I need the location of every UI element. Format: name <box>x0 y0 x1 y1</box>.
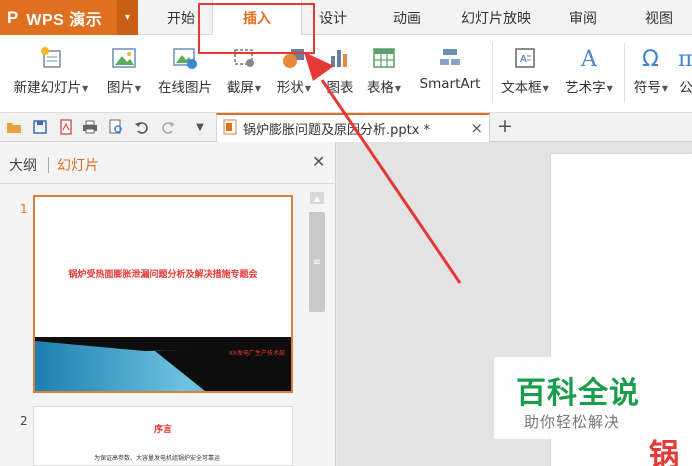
close-tab-icon[interactable]: × <box>470 119 483 137</box>
omega-symbol-icon: Ω <box>639 43 663 73</box>
symbol-label: 符号 <box>633 80 661 96</box>
textbox-icon: A <box>513 43 537 73</box>
chevron-down-icon: ▼ <box>542 83 549 93</box>
chevron-down-icon: ▼ <box>82 83 89 93</box>
formula-icon: π <box>676 43 692 73</box>
wordart-icon: A <box>577 43 601 73</box>
slide-number: 1 <box>20 202 28 216</box>
panel-scrollbar[interactable]: ▲ ≡ <box>306 190 328 466</box>
app-menu-caret-icon[interactable]: ▾ <box>117 0 138 35</box>
shapes-button[interactable]: 形状▼ <box>270 35 318 113</box>
picture-icon <box>111 43 137 73</box>
print-preview-icon[interactable] <box>108 119 124 135</box>
close-panel-icon[interactable]: ✕ <box>312 152 325 171</box>
tab-home[interactable]: 开始 <box>150 0 212 35</box>
slide-thumbnail-1[interactable]: 锅炉受热面膨胀泄漏问题分析及解决措施专题会 XX发电厂生产技术部 <box>33 195 293 393</box>
export-pdf-icon[interactable] <box>58 119 74 135</box>
chevron-down-icon: ▼ <box>606 83 613 93</box>
chevron-down-icon: ▼ <box>134 83 142 93</box>
smartart-icon <box>437 43 463 73</box>
document-title: 锅炉膨胀问题及原因分析.pptx * <box>243 123 431 138</box>
slide-panel: 大纲 幻灯片 ✕ 1 锅炉受热面膨胀泄漏问题分析及解决措施专题会 XX发电厂生产… <box>0 142 336 466</box>
chevron-down-icon: ▼ <box>661 83 669 93</box>
menu-bar: P WPS 演示 ▾ 开始 插入 设计 动画 幻灯片放映 审阅 视图 <box>0 0 692 36</box>
online-picture-button[interactable]: 在线图片 <box>152 35 218 113</box>
tab-outline[interactable]: 大纲 <box>9 155 37 175</box>
new-slide-label: 新建幻灯片 <box>13 80 82 96</box>
picture-label: 图片 <box>106 80 134 96</box>
formula-button[interactable]: π 公 <box>676 35 692 113</box>
chart-icon <box>328 43 352 73</box>
document-tab[interactable]: 锅炉膨胀问题及原因分析.pptx * × <box>216 113 490 142</box>
ribbon-separator <box>492 43 493 103</box>
tab-slides[interactable]: 幻灯片 <box>57 155 99 175</box>
chart-button[interactable]: 图表 <box>322 35 358 113</box>
new-slide-button[interactable]: 新建幻灯片▼ <box>6 35 96 113</box>
scroll-up-arrow-icon[interactable]: ▲ <box>310 192 324 204</box>
ribbon-separator <box>624 43 625 103</box>
online-picture-icon <box>172 43 198 73</box>
smartart-label: SmartArt <box>419 76 481 92</box>
chart-label: 图表 <box>326 80 354 96</box>
app-menu-button[interactable]: P WPS 演示 ▾ <box>0 0 138 35</box>
app-name: WPS 演示 <box>26 11 103 29</box>
online-picture-label: 在线图片 <box>158 80 212 96</box>
quick-access-bar: ▼ 锅炉膨胀问题及原因分析.pptx * × + <box>0 113 692 142</box>
tab-animation[interactable]: 动画 <box>376 0 438 35</box>
open-folder-icon[interactable] <box>6 119 22 135</box>
svg-text:Ω: Ω <box>642 47 659 71</box>
new-slide-icon <box>38 43 64 73</box>
watermark-subtitle: 助你轻松解决 <box>524 413 621 431</box>
slide-thumbnail-2[interactable]: 序言 为保证高参数、大容量发电机组锅炉安全可靠运 <box>33 406 293 466</box>
pptx-file-icon <box>223 119 237 138</box>
symbol-button[interactable]: Ω 符号▼ <box>628 35 674 113</box>
new-tab-icon[interactable]: + <box>497 115 513 137</box>
picture-button[interactable]: 图片▼ <box>100 35 148 113</box>
undo-icon[interactable] <box>134 119 150 135</box>
tab-review[interactable]: 审阅 <box>552 0 614 35</box>
screenshot-icon <box>231 43 257 73</box>
smartart-button[interactable]: SmartArt <box>412 35 488 113</box>
panel-tabs: 大纲 幻灯片 ✕ <box>0 142 336 184</box>
slide-1-subtitle: XX发电厂生产技术部 <box>228 350 285 357</box>
tab-view[interactable]: 视图 <box>628 0 690 35</box>
formula-label: 公 <box>679 80 692 96</box>
redo-icon[interactable] <box>160 119 176 135</box>
scroll-thumb[interactable]: ≡ <box>309 212 325 312</box>
watermark: 百科全说 助你轻松解决 <box>494 357 660 439</box>
wps-logo-icon: P <box>7 7 19 27</box>
watermark-title: 百科全说 <box>516 376 640 411</box>
table-button[interactable]: 表格▼ <box>360 35 408 113</box>
save-icon[interactable] <box>32 119 48 135</box>
wordart-button[interactable]: A 艺术字▼ <box>558 35 620 113</box>
slide-number: 2 <box>20 414 28 428</box>
screenshot-label: 截屏 <box>226 80 254 96</box>
tab-slideshow[interactable]: 幻灯片放映 <box>452 0 540 35</box>
table-label: 表格 <box>366 80 394 96</box>
chevron-down-icon: ▼ <box>254 83 262 93</box>
tab-design[interactable]: 设计 <box>302 0 364 35</box>
screenshot-button[interactable]: 截屏▼ <box>222 35 266 113</box>
shapes-icon <box>281 43 307 73</box>
textbox-button[interactable]: A 文本框▼ <box>496 35 554 113</box>
svg-text:A: A <box>520 54 527 65</box>
wordart-label: 艺术字 <box>565 80 606 96</box>
svg-text:π: π <box>678 47 692 71</box>
svg-text:A: A <box>580 47 598 71</box>
slide-1-banner <box>35 337 291 391</box>
tab-insert[interactable]: 插入 <box>212 0 302 36</box>
chevron-down-icon: ▼ <box>304 83 312 93</box>
ribbon-toolbar: 新建幻灯片▼ 图片▼ 在线图片 截屏▼ 形状▼ 图表 表格▼ SmartArt … <box>0 35 692 113</box>
shapes-label: 形状 <box>276 80 304 96</box>
tab-divider <box>48 157 49 173</box>
table-icon <box>372 43 396 73</box>
panel-divider <box>0 183 336 184</box>
customize-toolbar-chevron-icon[interactable]: ▼ <box>192 119 208 135</box>
textbox-label: 文本框 <box>501 80 542 96</box>
slide-2-body: 为保证高参数、大容量发电机组锅炉安全可靠运 <box>94 455 221 462</box>
slide-1-title: 锅炉受热面膨胀泄漏问题分析及解决措施专题会 <box>68 270 258 280</box>
print-icon[interactable] <box>82 119 98 135</box>
chevron-down-icon: ▼ <box>394 83 402 93</box>
slide-2-title: 序言 <box>153 425 172 435</box>
